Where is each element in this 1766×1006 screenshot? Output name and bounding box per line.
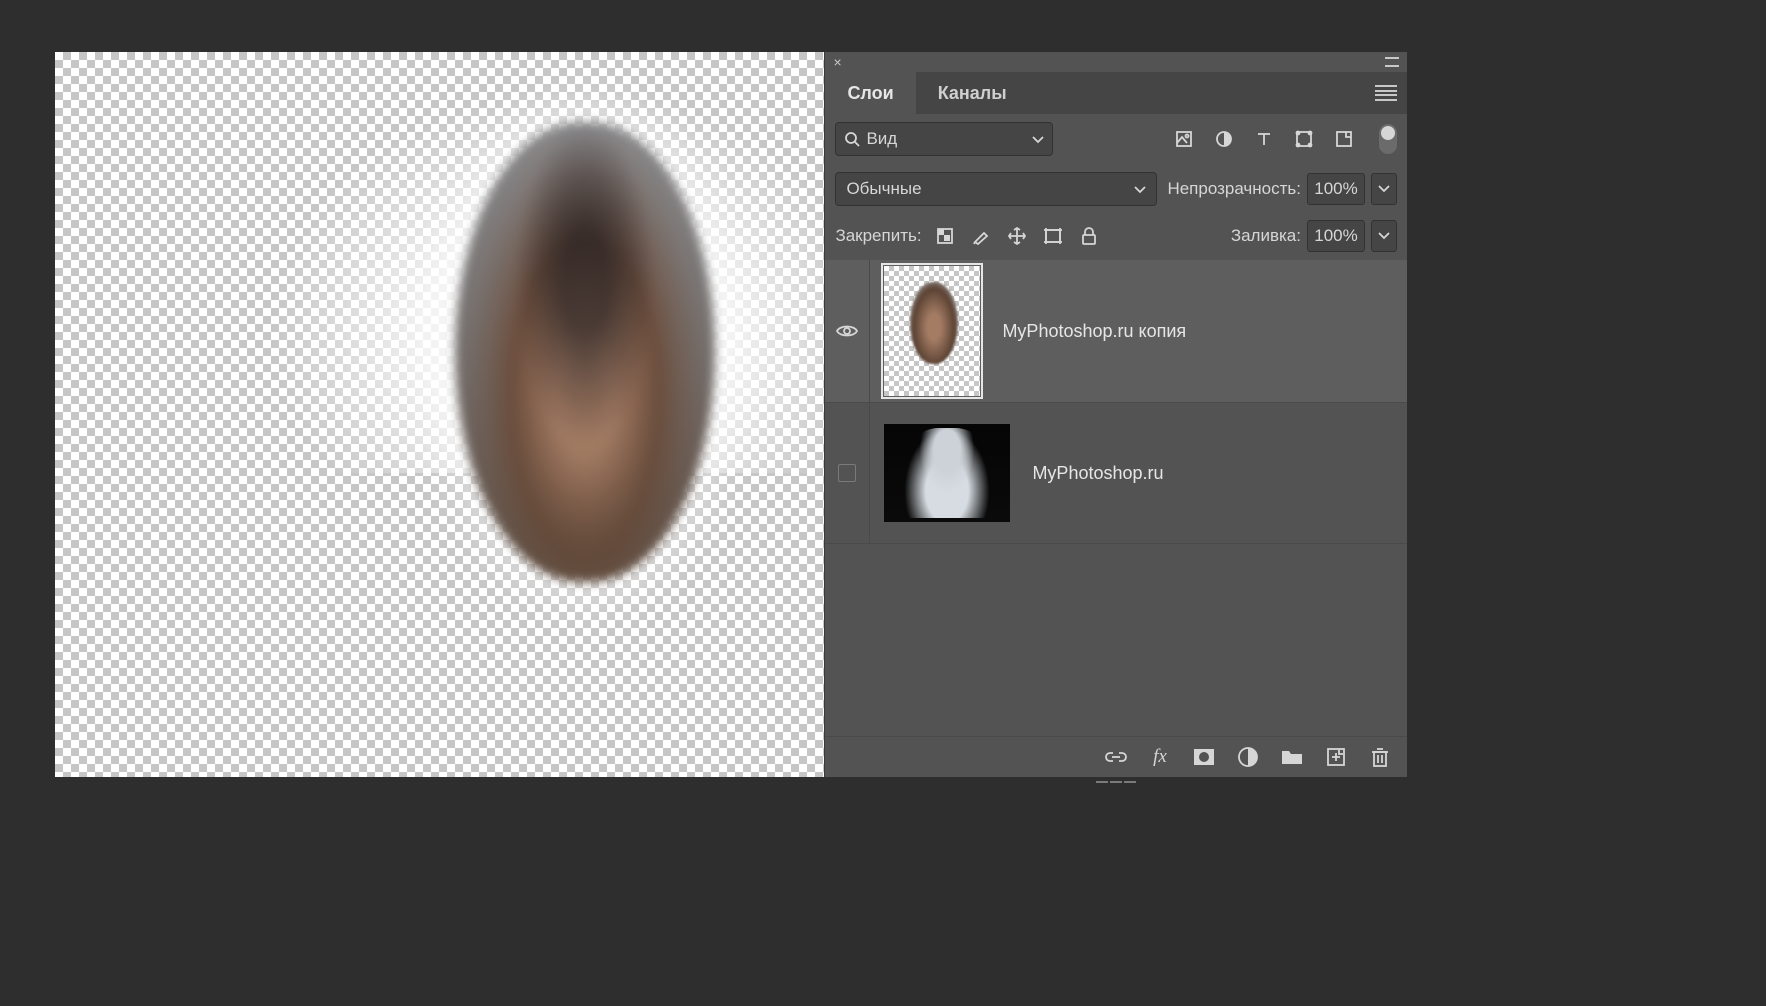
opacity-value[interactable]: 100%	[1307, 173, 1365, 205]
filter-toggle[interactable]	[1379, 124, 1397, 154]
opacity-label: Непрозрачность:	[1167, 179, 1301, 199]
filter-shape-icon[interactable]	[1293, 130, 1315, 148]
photoshop-window: × Слои Каналы Вид	[55, 52, 1407, 777]
delete-layer-icon[interactable]	[1369, 746, 1391, 768]
adjustment-layer-icon[interactable]	[1237, 746, 1259, 768]
filter-adjustment-icon[interactable]	[1213, 130, 1235, 148]
fill-group: Заливка: 100%	[1231, 220, 1397, 252]
fill-value[interactable]: 100%	[1307, 220, 1365, 252]
layer-row[interactable]: MyPhotoshop.ru	[825, 403, 1407, 544]
lock-icons	[934, 227, 1100, 245]
filter-type-icons	[1173, 130, 1355, 148]
search-icon	[844, 131, 860, 147]
blend-row: Обычные Непрозрачность: 100%	[825, 164, 1407, 214]
filter-text-icon[interactable]	[1253, 130, 1275, 148]
tab-layers[interactable]: Слои	[825, 72, 915, 114]
layer-name[interactable]: MyPhotoshop.ru	[1032, 463, 1163, 484]
layer-name[interactable]: MyPhotoshop.ru копия	[1002, 321, 1186, 342]
tab-channels[interactable]: Каналы	[916, 72, 1029, 114]
visibility-toggle[interactable]	[825, 260, 870, 402]
blend-mode-dropdown[interactable]: Обычные	[835, 172, 1157, 206]
canvas-area[interactable]	[55, 52, 824, 777]
layers-list: MyPhotoshop.ru копия MyPhotoshop.ru	[825, 260, 1407, 736]
panel-menu-icon[interactable]	[1375, 85, 1397, 101]
chevron-down-icon	[1134, 179, 1146, 199]
close-icon[interactable]: ×	[833, 55, 841, 69]
layer-thumbnail[interactable]	[884, 266, 980, 396]
lock-position-icon[interactable]	[1006, 227, 1028, 245]
canvas-layer-image	[455, 122, 715, 582]
opacity-chevron[interactable]	[1371, 173, 1397, 205]
lock-pixels-icon[interactable]	[970, 227, 992, 245]
filter-label: Вид	[866, 129, 897, 149]
filter-row: Вид	[825, 114, 1407, 164]
opacity-group: Непрозрачность: 100%	[1167, 173, 1397, 205]
panel-titlebar: ×	[825, 52, 1407, 72]
visibility-off-icon	[838, 464, 856, 482]
eye-icon	[836, 324, 858, 338]
collapse-icon[interactable]	[1385, 57, 1399, 67]
filter-smartobject-icon[interactable]	[1333, 130, 1355, 148]
lock-row: Закрепить: Заливка: 100%	[825, 214, 1407, 260]
lock-artboard-icon[interactable]	[1042, 227, 1064, 245]
lock-label: Закрепить:	[835, 226, 921, 246]
filter-pixel-icon[interactable]	[1173, 130, 1195, 148]
layers-panel: × Слои Каналы Вид	[824, 52, 1407, 777]
layer-panel-footer: fx	[825, 736, 1407, 777]
lock-all-icon[interactable]	[1078, 227, 1100, 245]
layer-mask-icon[interactable]	[1193, 746, 1215, 768]
chevron-down-icon	[1032, 129, 1044, 149]
lock-transparency-icon[interactable]	[934, 227, 956, 245]
fill-label: Заливка:	[1231, 226, 1301, 246]
visibility-toggle[interactable]	[825, 403, 870, 543]
link-layers-icon[interactable]	[1105, 746, 1127, 768]
new-layer-icon[interactable]	[1325, 746, 1347, 768]
layer-thumbnail[interactable]	[884, 424, 1010, 522]
layer-filter-dropdown[interactable]: Вид	[835, 122, 1053, 156]
group-layers-icon[interactable]	[1281, 746, 1303, 768]
layer-row[interactable]: MyPhotoshop.ru копия	[825, 260, 1407, 403]
blend-mode-value: Обычные	[846, 179, 921, 199]
panel-grip[interactable]	[1096, 779, 1136, 785]
panel-tabs: Слои Каналы	[825, 72, 1407, 114]
fill-chevron[interactable]	[1371, 220, 1397, 252]
layer-effects-icon[interactable]: fx	[1149, 746, 1171, 768]
